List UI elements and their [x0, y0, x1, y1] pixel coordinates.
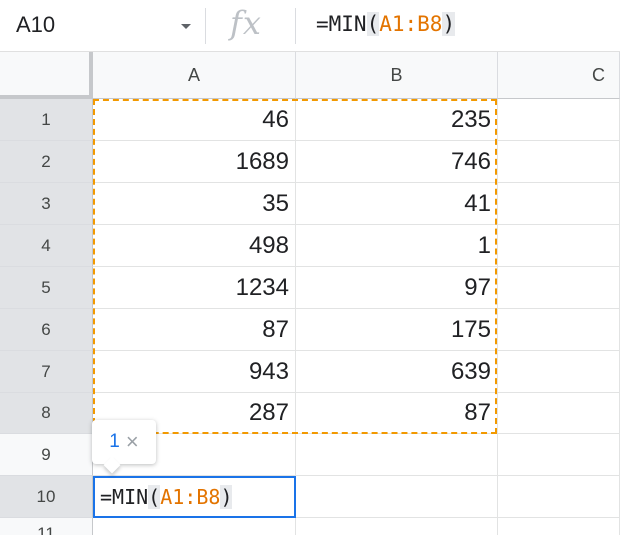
active-formula-range-ref: A1:B8 [160, 485, 221, 509]
formula-range-ref: A1:B8 [379, 12, 443, 36]
active-formula-open-paren: ( [148, 485, 161, 509]
select-all-corner[interactable] [0, 52, 93, 99]
active-cell-editor[interactable]: =MIN(A1:B8) [93, 476, 296, 518]
cell-a5[interactable]: 1234 [93, 267, 296, 309]
column-header-b[interactable]: B [296, 52, 498, 99]
cell-c1[interactable] [498, 99, 620, 141]
cell-c2[interactable] [498, 141, 620, 183]
formula-hint-chip[interactable]: 1 × [92, 420, 156, 464]
row-header-7[interactable]: 7 [0, 351, 93, 393]
cell-a7[interactable]: 943 [93, 351, 296, 393]
cell-c6[interactable] [498, 309, 620, 351]
cell-b4[interactable]: 1 [296, 225, 498, 267]
cell-b3[interactable]: 41 [296, 183, 498, 225]
formula-bar: A10 fx =MIN(A1:B8) [0, 0, 620, 52]
column-header-c[interactable]: C [498, 52, 620, 99]
row-header-3[interactable]: 3 [0, 183, 93, 225]
fx-icon: fx [230, 4, 262, 42]
formula-function: =MIN [316, 12, 367, 36]
cell-a11[interactable] [93, 518, 296, 535]
row-header-1[interactable]: 1 [0, 99, 93, 141]
row-header-5[interactable]: 5 [0, 267, 93, 309]
row-header-10[interactable]: 10 [0, 476, 93, 518]
row-header-2[interactable]: 2 [0, 141, 93, 183]
active-formula-function: =MIN [100, 485, 149, 509]
cell-b5[interactable]: 97 [296, 267, 498, 309]
cell-c9[interactable] [498, 434, 620, 476]
divider [295, 8, 296, 44]
spreadsheet-window: A10 fx =MIN(A1:B8) A B C 1 2 3 4 5 6 7 8… [0, 0, 620, 535]
cell-b6[interactable]: 175 [296, 309, 498, 351]
cell-c7[interactable] [498, 351, 620, 393]
cell-a1[interactable]: 46 [93, 99, 296, 141]
cell-a2[interactable]: 1689 [93, 141, 296, 183]
row-header-11[interactable]: 11 [0, 518, 93, 535]
formula-input[interactable]: =MIN(A1:B8) [316, 12, 456, 36]
cell-b10[interactable] [296, 476, 498, 518]
column-header-a[interactable]: A [93, 52, 296, 99]
cell-c5[interactable] [498, 267, 620, 309]
divider [205, 8, 206, 44]
name-box-value: A10 [16, 12, 56, 37]
row-header-4[interactable]: 4 [0, 225, 93, 267]
close-icon[interactable]: × [126, 431, 139, 453]
row-header-8[interactable]: 8 [0, 393, 93, 434]
row-header-6[interactable]: 6 [0, 309, 93, 351]
formula-close-paren: ) [442, 12, 456, 36]
cell-b11[interactable] [296, 518, 498, 535]
cell-b1[interactable]: 235 [296, 99, 498, 141]
cell-c4[interactable] [498, 225, 620, 267]
cell-a6[interactable]: 87 [93, 309, 296, 351]
cell-b9[interactable] [296, 434, 498, 476]
dropdown-caret-icon[interactable] [181, 24, 191, 29]
cell-a4[interactable]: 498 [93, 225, 296, 267]
cell-b8[interactable]: 87 [296, 393, 498, 434]
active-formula-close-paren: ) [220, 485, 233, 509]
cell-c10[interactable] [498, 476, 620, 518]
formula-open-paren: ( [366, 12, 380, 36]
cell-b2[interactable]: 746 [296, 141, 498, 183]
name-box[interactable]: A10 [0, 0, 205, 52]
row-header-9[interactable]: 9 [0, 434, 93, 476]
cell-c3[interactable] [498, 183, 620, 225]
cell-b7[interactable]: 639 [296, 351, 498, 393]
cell-c11[interactable] [498, 518, 620, 535]
cell-a3[interactable]: 35 [93, 183, 296, 225]
cell-c8[interactable] [498, 393, 620, 434]
hint-count: 1 [109, 431, 120, 452]
